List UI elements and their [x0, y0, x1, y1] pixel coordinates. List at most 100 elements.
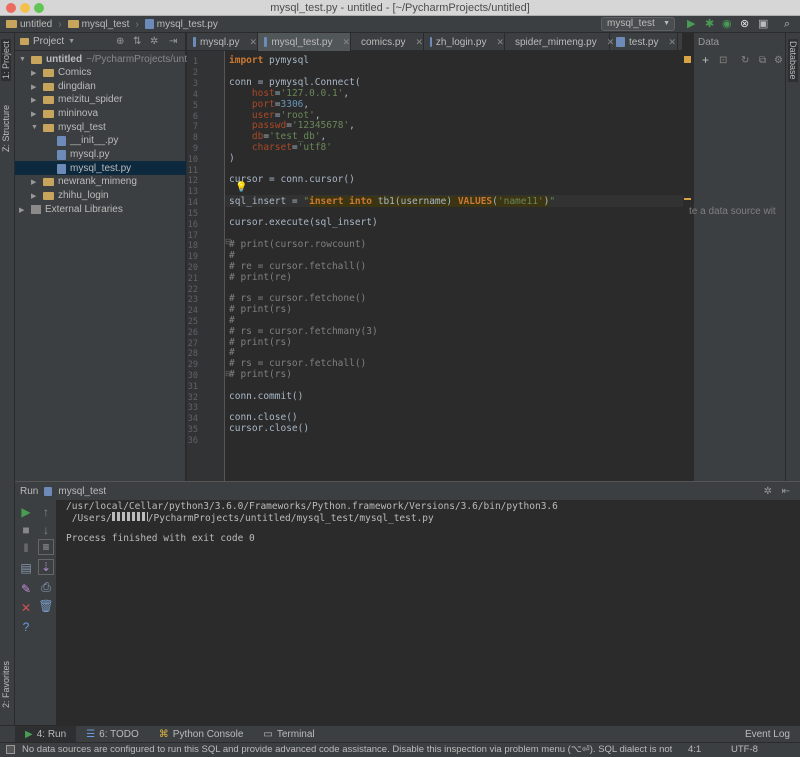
copy-icon[interactable]: ⧉	[759, 55, 766, 66]
scroll-to-end-icon[interactable]: ⇣	[38, 559, 54, 575]
tree-item-mysql-py[interactable]: mysql.py	[57, 148, 109, 161]
close-window-icon[interactable]	[6, 3, 16, 13]
pin-icon[interactable]: ✎	[18, 582, 34, 596]
tree-item-newrank-mimeng[interactable]: ▶ newrank_mimeng	[31, 175, 137, 188]
close-icon[interactable]: ✕	[18, 601, 34, 615]
help-icon[interactable]: ?	[18, 620, 34, 634]
tab-label: comics.py	[361, 36, 406, 48]
tab-test-py[interactable]: test.py ✕	[610, 33, 678, 51]
tree-item-external-libraries[interactable]: ▶ External Libraries	[19, 203, 123, 216]
search-icon[interactable]: ⌕	[784, 18, 790, 30]
sql-text: tb1(username)	[372, 196, 458, 207]
code-number: 3306	[280, 99, 304, 110]
folder-icon	[67, 20, 79, 28]
refresh-icon[interactable]: ↻	[741, 55, 749, 66]
code-editor[interactable]: 1 2 3 4 5 6 7 8 9 10 11 12 13 14 15 16 1…	[187, 51, 693, 481]
properties-icon[interactable]: ⊡	[719, 55, 727, 66]
tab-event-log[interactable]: Event Log	[735, 726, 800, 743]
add-icon[interactable]: +	[702, 53, 709, 67]
tab-spider-mimeng-py[interactable]: spider_mimeng.py ✕	[505, 33, 614, 51]
lightbulb-icon[interactable]: 💡	[235, 182, 247, 193]
python-file-icon	[264, 37, 268, 47]
tree-item-zhihu-login[interactable]: ▶ zhihu_login	[31, 189, 109, 202]
project-panel-title[interactable]: Project	[33, 36, 64, 47]
folder-icon	[43, 177, 54, 186]
zoom-window-icon[interactable]	[34, 3, 44, 13]
tree-item-mysql-test-py[interactable]: mysql_test.py	[57, 162, 131, 175]
code-string: '12345678'	[291, 120, 350, 131]
arrow-down-icon[interactable]: ↓	[38, 523, 54, 537]
rerun-icon[interactable]: ▶	[18, 505, 34, 519]
dump-threads-icon[interactable]: ▤	[18, 561, 34, 575]
run-icon[interactable]: ▶	[687, 18, 695, 30]
tree-item-meizitu-spider[interactable]: ▶ meizitu_spider	[31, 93, 122, 106]
debug-icon[interactable]: ✱	[705, 18, 714, 30]
database-tool-tab[interactable]: Database	[788, 39, 798, 82]
status-toggle-icon[interactable]	[6, 745, 15, 754]
status-message[interactable]: No data sources are configured to run th…	[22, 743, 672, 757]
favorites-tool-tab[interactable]: 2: Favorites	[1, 661, 11, 708]
fold-icon[interactable]: ⊟	[225, 237, 232, 246]
minimize-window-icon[interactable]	[20, 3, 30, 13]
tab-todo[interactable]: ☰ 6: TODO	[76, 726, 149, 743]
tab-python-console[interactable]: ⌘ Python Console	[149, 726, 254, 743]
warning-marker-icon[interactable]	[684, 56, 691, 63]
line-number: 35	[187, 425, 198, 435]
run-configuration-select[interactable]: mysql_test ▼	[601, 17, 675, 31]
fold-icon[interactable]: ⊟	[225, 369, 232, 378]
project-tool-tab[interactable]: 1: Project	[1, 39, 11, 82]
trash-icon[interactable]: 🗑	[38, 599, 54, 613]
window-titlebar: mysql_test.py - untitled - [~/PycharmPro…	[0, 0, 800, 16]
breadcrumb-project[interactable]: untitled	[0, 16, 58, 33]
gear-icon[interactable]: ✲	[764, 486, 772, 497]
close-icon[interactable]: ✕	[249, 37, 257, 48]
pause-icon[interactable]: ‖	[18, 541, 34, 555]
close-icon[interactable]: ✕	[342, 37, 350, 48]
close-icon[interactable]: ✕	[496, 37, 504, 48]
coverage-icon[interactable]: ◉	[722, 18, 732, 30]
line-number: 9	[192, 144, 198, 154]
locate-file-icon[interactable]: ⊕	[116, 36, 124, 47]
line-number: 21	[187, 274, 198, 284]
tab-terminal[interactable]: ▭ Terminal	[253, 726, 324, 743]
tab-mysql-test-py[interactable]: mysql_test.py ✕	[258, 33, 351, 51]
code-string: 'test_db'	[269, 131, 321, 142]
profile-icon[interactable]: ⊗	[740, 18, 749, 30]
tree-item-label: __init__.py	[70, 135, 119, 146]
close-icon[interactable]: ✕	[668, 37, 676, 48]
tree-root-untitled[interactable]: ▼ untitled ~/PycharmProjects/untitl	[19, 53, 194, 66]
caret-position[interactable]: 4:1	[688, 743, 701, 757]
tab-comics-py[interactable]: comics.py ✕	[351, 33, 424, 51]
database-panel-title: Data	[698, 37, 720, 48]
tab-mysql-py[interactable]: mysql.py ✕	[187, 33, 258, 51]
file-encoding[interactable]: UTF-8	[731, 743, 758, 757]
chevron-down-icon[interactable]: ▼	[68, 38, 75, 45]
settings-icon[interactable]: ▣	[758, 18, 768, 30]
breadcrumb-folder[interactable]: mysql_test	[62, 16, 136, 33]
close-icon[interactable]: ✕	[415, 37, 423, 48]
tree-item-mysql-test[interactable]: ▼ mysql_test	[31, 121, 106, 134]
tree-item-mininova[interactable]: ▶ mininova	[31, 107, 98, 120]
collapse-all-icon[interactable]: ⇅	[133, 36, 141, 47]
stop-icon[interactable]: ■	[18, 523, 34, 537]
arrow-up-icon[interactable]: ↑	[38, 505, 54, 519]
breadcrumb-file[interactable]: mysql_test.py	[139, 16, 224, 33]
tree-item-comics[interactable]: ▶ Comics	[31, 66, 91, 79]
filter-icon[interactable]: ⚙	[774, 55, 783, 66]
tab-run[interactable]: ▶ 4: Run	[15, 725, 77, 743]
print-icon[interactable]: ⎙	[38, 580, 54, 594]
structure-tool-tab[interactable]: Z: Structure	[1, 105, 11, 152]
hide-panel-icon[interactable]: ⇥	[169, 36, 177, 47]
window-title: mysql_test.py - untitled - [~/PycharmPro…	[270, 2, 530, 14]
tab-zh-login-py[interactable]: zh_login.py ✕	[424, 33, 505, 51]
hide-panel-icon[interactable]: ⇤	[782, 486, 790, 497]
tree-item-init-py[interactable]: __init__.py	[57, 134, 118, 147]
tree-item-dingdian[interactable]: ▶ dingdian	[31, 80, 96, 93]
editor-scrollbar[interactable]	[683, 51, 693, 481]
chevron-right-icon: ▶	[31, 83, 37, 91]
code-line-24: # print(rs)	[229, 304, 292, 315]
soft-wrap-icon[interactable]: ≡	[38, 539, 54, 555]
library-icon	[31, 205, 41, 214]
gear-icon[interactable]: ✲	[150, 36, 158, 47]
error-stripe-marker[interactable]	[684, 198, 691, 200]
